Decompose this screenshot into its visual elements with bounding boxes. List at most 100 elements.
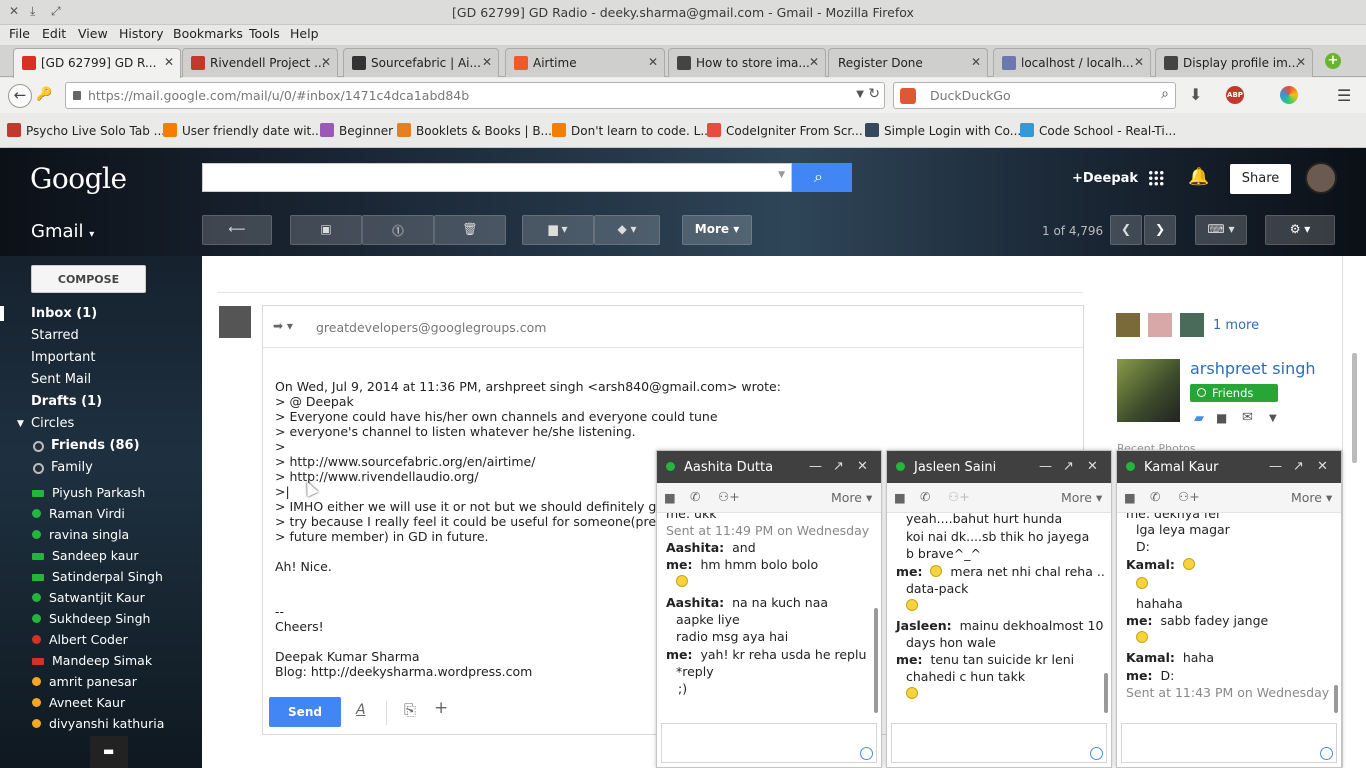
menu-help[interactable]: Help — [290, 26, 319, 41]
tab-sourcefabric[interactable]: Sourcefabric | Ai... ✕ — [343, 48, 499, 77]
email-icon[interactable]: ✉ — [1242, 410, 1253, 425]
gmail-menu[interactable]: Gmail ▾ — [31, 221, 94, 242]
contact-item[interactable]: Albert Coder — [32, 632, 128, 647]
reload-icon[interactable]: ↻ — [868, 86, 880, 102]
chat-input[interactable] — [1121, 723, 1337, 763]
gmail-search-input[interactable]: ▼ — [202, 163, 792, 192]
nav-important[interactable]: Important — [31, 350, 95, 365]
chat-input[interactable] — [661, 723, 877, 763]
account-avatar[interactable] — [1305, 162, 1337, 194]
chat-header[interactable]: Jasleen Saini — ↗ ✕ — [887, 451, 1111, 483]
close-tab-icon[interactable]: ✕ — [971, 55, 981, 69]
notifications-bell-icon[interactable]: 🔔 — [1188, 167, 1209, 187]
chat-header[interactable]: Kamal Kaur — ↗ ✕ — [1117, 451, 1341, 483]
bookmark-item[interactable]: Simple Login with Co... — [865, 123, 1021, 138]
contact-item[interactable]: Sukhdeep Singh — [32, 611, 150, 626]
close-tab-icon[interactable]: ✕ — [482, 55, 492, 69]
back-button[interactable]: ← — [8, 84, 32, 108]
contact-item[interactable]: amrit panesar — [32, 674, 137, 689]
labels-button[interactable]: ◆ ▾ — [594, 215, 660, 245]
chat-header[interactable]: Aashita Dutta — ↗ ✕ — [657, 451, 881, 483]
identity-icon[interactable]: 🔑 — [36, 87, 52, 102]
search-options-icon[interactable]: ▼ — [778, 170, 785, 180]
search-icon[interactable]: ⌕ — [1161, 86, 1169, 102]
close-icon[interactable]: ✕ — [1087, 459, 1098, 474]
chat-plus-icon[interactable]: ▰ — [1194, 411, 1204, 426]
popout-icon[interactable]: ↗ — [1063, 459, 1074, 474]
gmail-search-button[interactable]: ⌕ — [792, 163, 852, 192]
nav-friends[interactable]: Friends (86) — [51, 438, 140, 453]
expand-triangle-icon[interactable]: ▼ — [17, 419, 24, 429]
attach-paperclip-icon[interactable]: ⎘ — [404, 701, 416, 719]
menu-tools[interactable]: Tools — [249, 26, 280, 41]
older-button[interactable]: ❯ — [1144, 215, 1176, 245]
chat-toggle-button[interactable]: ▬ — [90, 736, 128, 768]
menu-file[interactable]: File — [9, 26, 30, 41]
close-tab-icon[interactable]: ✕ — [1134, 55, 1144, 69]
bookmark-item[interactable]: Don't learn to code. L... — [552, 123, 712, 138]
formatting-icon[interactable]: A — [356, 702, 366, 718]
menu-edit[interactable]: Edit — [42, 26, 66, 41]
contact-item[interactable]: Satwantjit Kaur — [32, 590, 145, 605]
contact-item[interactable]: ravina singla — [32, 527, 129, 542]
nav-circles[interactable]: Circles — [31, 416, 74, 431]
nav-inbox[interactable]: Inbox (1) — [31, 306, 97, 321]
emoji-picker-icon[interactable] — [1320, 747, 1333, 760]
tab-localhost[interactable]: localhost / localh... ✕ — [993, 48, 1151, 77]
add-person-icon[interactable]: ⚇+ — [948, 489, 970, 504]
search-bar[interactable]: DuckDuckGo ⌕ — [893, 82, 1176, 109]
participant-avatar[interactable] — [1148, 313, 1172, 337]
menu-view[interactable]: View — [78, 26, 108, 41]
minimize-icon[interactable]: — — [809, 459, 822, 474]
bookmark-item[interactable]: Psycho Live Solo Tab ... — [7, 123, 165, 138]
tab-rivendell[interactable]: Rivendell Project ... ✕ — [182, 48, 338, 77]
tab-airtime[interactable]: Airtime ✕ — [505, 48, 665, 77]
nav-starred[interactable]: Starred — [31, 328, 79, 343]
tab-register-done[interactable]: Register Done ✕ — [828, 48, 988, 77]
more-participants-link[interactable]: 1 more — [1213, 318, 1259, 333]
chevron-down-icon[interactable]: ▼ — [1269, 413, 1277, 424]
close-tab-icon[interactable]: ✕ — [1296, 55, 1306, 69]
report-spam-button[interactable]: ⓵ — [362, 215, 434, 245]
contact-item[interactable]: Raman Virdi — [32, 506, 125, 521]
adblock-icon[interactable]: ABP — [1226, 86, 1244, 104]
url-dropdown-icon[interactable]: ▼ — [856, 89, 864, 100]
move-to-button[interactable]: ▆ ▾ — [522, 215, 594, 245]
contact-item[interactable]: divyanshi kathuria — [32, 716, 164, 731]
nav-family[interactable]: Family — [51, 460, 93, 475]
tab-display-profile[interactable]: Display profile im... ✕ — [1155, 48, 1313, 77]
minimize-icon[interactable]: — — [1269, 459, 1282, 474]
chat-scrollbar[interactable] — [1334, 685, 1338, 713]
menu-bookmarks[interactable]: Bookmarks — [173, 26, 243, 41]
bookmark-item[interactable]: User friendly date wit... — [163, 123, 323, 138]
close-icon[interactable]: ✕ — [857, 459, 868, 474]
close-tab-icon[interactable]: ✕ — [648, 55, 658, 69]
new-tab-icon[interactable]: + — [1325, 53, 1341, 69]
nav-drafts[interactable]: Drafts (1) — [31, 394, 102, 409]
menu-hamburger-icon[interactable]: ☰ — [1337, 86, 1351, 105]
close-tab-icon[interactable]: ✕ — [809, 55, 819, 69]
emoji-picker-icon[interactable] — [1090, 747, 1103, 760]
phone-icon[interactable]: ✆ — [920, 489, 930, 504]
chat-more-button[interactable]: More ▾ — [1291, 490, 1332, 505]
settings-button[interactable]: ⚙ ▾ — [1265, 215, 1335, 245]
video-call-icon[interactable]: ■ — [1216, 411, 1227, 425]
more-actions-button[interactable]: More ▾ — [682, 215, 752, 245]
close-tab-icon[interactable]: ✕ — [321, 55, 331, 69]
popout-icon[interactable]: ↗ — [833, 459, 844, 474]
url-bar[interactable]: https://mail.google.com/mail/u/0/#inbox/… — [65, 82, 885, 109]
profile-photo[interactable] — [1117, 359, 1180, 422]
circle-badge[interactable]: Friends — [1190, 384, 1278, 402]
apps-grid-icon[interactable] — [1148, 170, 1164, 186]
chat-input[interactable] — [891, 723, 1107, 763]
add-person-icon[interactable]: ⚇+ — [1178, 489, 1200, 504]
tab-how-to-store[interactable]: How to store ima... ✕ — [668, 48, 826, 77]
contact-item[interactable]: Sandeep kaur — [32, 548, 138, 563]
chat-more-button[interactable]: More ▾ — [1061, 490, 1102, 505]
participant-avatar[interactable] — [1180, 313, 1204, 337]
chat-more-button[interactable]: More ▾ — [831, 490, 872, 505]
reply-type-icon[interactable]: ➡ ▾ — [273, 319, 293, 333]
back-to-inbox-button[interactable]: ⟵ — [202, 215, 272, 245]
chrome-icon[interactable] — [1280, 86, 1298, 104]
tab-gmail[interactable]: [GD 62799] GD R... ✕ — [13, 48, 181, 78]
